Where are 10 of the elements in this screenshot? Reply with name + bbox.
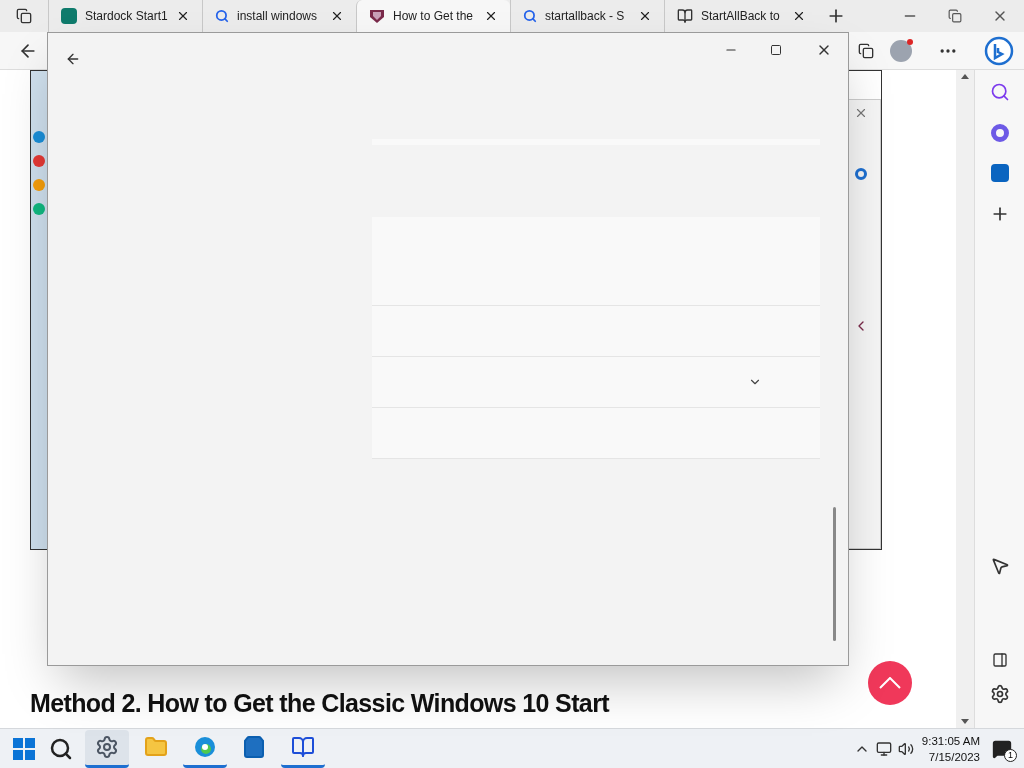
- tab-title: How to Get the: [393, 8, 475, 25]
- tab-title: startallback - S: [545, 8, 626, 25]
- browser-tab[interactable]: How to Get the: [356, 0, 510, 32]
- clock[interactable]: 9:31:05 AM 7/15/2023: [921, 732, 980, 765]
- tab-title: Stardock Start1: [85, 8, 168, 25]
- clock-date: 7/15/2023: [928, 749, 980, 765]
- tab-title: StartAllBack to: [701, 8, 781, 25]
- article-heading: Method 2. How to Get the Classic Windows 10 Start: [30, 687, 609, 719]
- clock-time: 9:31:05 AM: [921, 733, 980, 749]
- tab-title: install windows: [237, 8, 319, 25]
